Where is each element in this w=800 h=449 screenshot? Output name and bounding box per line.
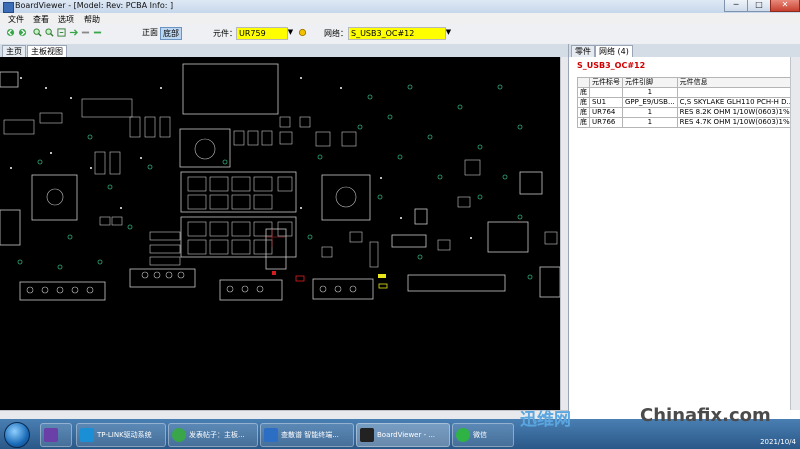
locate-icon[interactable] (298, 28, 307, 37)
pcb-layout (0, 63, 560, 301)
panel-scrollbar[interactable] (790, 57, 800, 410)
table-row[interactable]: 底 UR764 1 RES 8.2K OHM 1/10W(0603)1%... (577, 107, 800, 118)
component-dropdown-icon[interactable]: ▼ (286, 27, 295, 38)
cell-refdes: UR764 (589, 107, 623, 118)
column-header-pin[interactable]: 元件引脚 (622, 77, 678, 88)
task-boardviewer[interactable]: BoardViewer - ... (356, 423, 450, 447)
net-panel: 零件 网络 (4) S_USB3_OC#12 元件标号 元件引脚 元件信息 底 … (568, 44, 800, 419)
table-header-row: 元件标号 元件引脚 元件信息 (577, 77, 800, 88)
panel-tabs: 零件 网络 (4) (569, 44, 800, 57)
component-combo[interactable]: UR759 (236, 27, 288, 40)
net-dropdown-icon[interactable]: ▼ (444, 27, 453, 38)
app-icon (264, 428, 278, 442)
tab-home[interactable]: 主页 (2, 45, 26, 57)
cell-pin: 1 (622, 107, 678, 118)
zoom-out-icon[interactable] (45, 28, 54, 37)
app-icon (3, 2, 14, 13)
maximize-button[interactable]: □ (747, 0, 771, 12)
cell-info: C,S SKYLAKE GLH110 PCH-H D... (676, 97, 800, 108)
task-visual-studio[interactable] (40, 423, 72, 447)
title-bar: BoardViewer - [Model: Rev: PCBA Info: ] … (0, 0, 800, 14)
menu-bar: 文件 查看 选项 帮助 (0, 13, 800, 24)
zoom-in-icon[interactable] (33, 28, 42, 37)
task-browser[interactable]: 发表帖子：主板... (168, 423, 258, 447)
view-back-button[interactable]: 底部 (160, 27, 182, 40)
fit-icon[interactable] (57, 28, 66, 37)
cell-pin: 1 (622, 87, 678, 98)
tab-nets[interactable]: 网络 (4) (595, 45, 633, 57)
cell-refdes: SU1 (589, 97, 623, 108)
net-label: 网络： (324, 29, 348, 38)
forward-icon[interactable] (18, 28, 27, 37)
table-row[interactable]: 底 UR766 1 RES 4.7K OHM 1/10W(0603)1%... (577, 117, 800, 128)
start-button[interactable] (4, 422, 30, 448)
board-canvas[interactable] (0, 57, 560, 410)
minimize-button[interactable]: ─ (724, 0, 748, 12)
window-title: BoardViewer - [Model: Rev: PCBA Info: ] (15, 1, 174, 10)
net-table: 元件标号 元件引脚 元件信息 底 1 底 SU1 GPP_E9/USB... C… (577, 77, 800, 128)
close-button[interactable]: ✕ (770, 0, 800, 12)
flip-icon[interactable] (69, 28, 78, 37)
wechat-icon (456, 428, 470, 442)
arrow-right-icon[interactable] (93, 28, 102, 37)
table-row[interactable]: 底 1 (577, 87, 800, 98)
taskbar-date: 2021/10/4 (760, 438, 796, 446)
cell-side: 底 (577, 97, 590, 108)
table-row[interactable]: 底 SU1 GPP_E9/USB... C,S SKYLAKE GLH110 P… (577, 97, 800, 108)
component-label: 元件： (213, 29, 237, 38)
task-tplink[interactable]: TP-LINK驱动系统 (76, 423, 166, 447)
visual-studio-icon (44, 428, 58, 442)
column-header-side (577, 77, 590, 88)
task-wechat[interactable]: 微信 (452, 423, 514, 447)
column-header-refdes[interactable]: 元件标号 (589, 77, 623, 88)
tplink-icon (80, 428, 94, 442)
watermark-site: Chinafix.com (640, 405, 771, 426)
browser-icon (172, 428, 186, 442)
boardviewer-icon (360, 428, 374, 442)
cell-info (676, 87, 800, 98)
toolbar: 正面 底部 元件： UR759 ▼ 网络： S_USB3_OC#12 ▼ (0, 24, 800, 45)
cell-info: RES 8.2K OHM 1/10W(0603)1%... (676, 107, 800, 118)
cell-pin: 1 (622, 117, 678, 128)
cell-refdes: UR766 (589, 117, 623, 128)
cell-pin: GPP_E9/USB... (622, 97, 678, 108)
watermark-logo: 迅维网 (520, 410, 571, 430)
document-tabs: 主页 主板视图 (0, 44, 568, 57)
net-name-title: S_USB3_OC#12 (577, 61, 646, 70)
task-app[interactable]: 查散谱 智能终端... (260, 423, 354, 447)
back-icon[interactable] (6, 28, 15, 37)
view-front-button[interactable]: 正面 (140, 27, 160, 38)
cell-info: RES 4.7K OHM 1/10W(0603)1%... (676, 117, 800, 128)
cell-side: 底 (577, 107, 590, 118)
net-combo[interactable]: S_USB3_OC#12 (348, 27, 446, 40)
tab-board-view[interactable]: 主板视图 (27, 45, 67, 57)
cell-side: 底 (577, 117, 590, 128)
cell-side: 底 (577, 87, 590, 98)
tab-parts[interactable]: 零件 (571, 45, 595, 57)
arrow-left-icon[interactable] (81, 28, 90, 37)
cell-refdes (589, 87, 623, 98)
column-header-info[interactable]: 元件信息 (676, 77, 800, 88)
